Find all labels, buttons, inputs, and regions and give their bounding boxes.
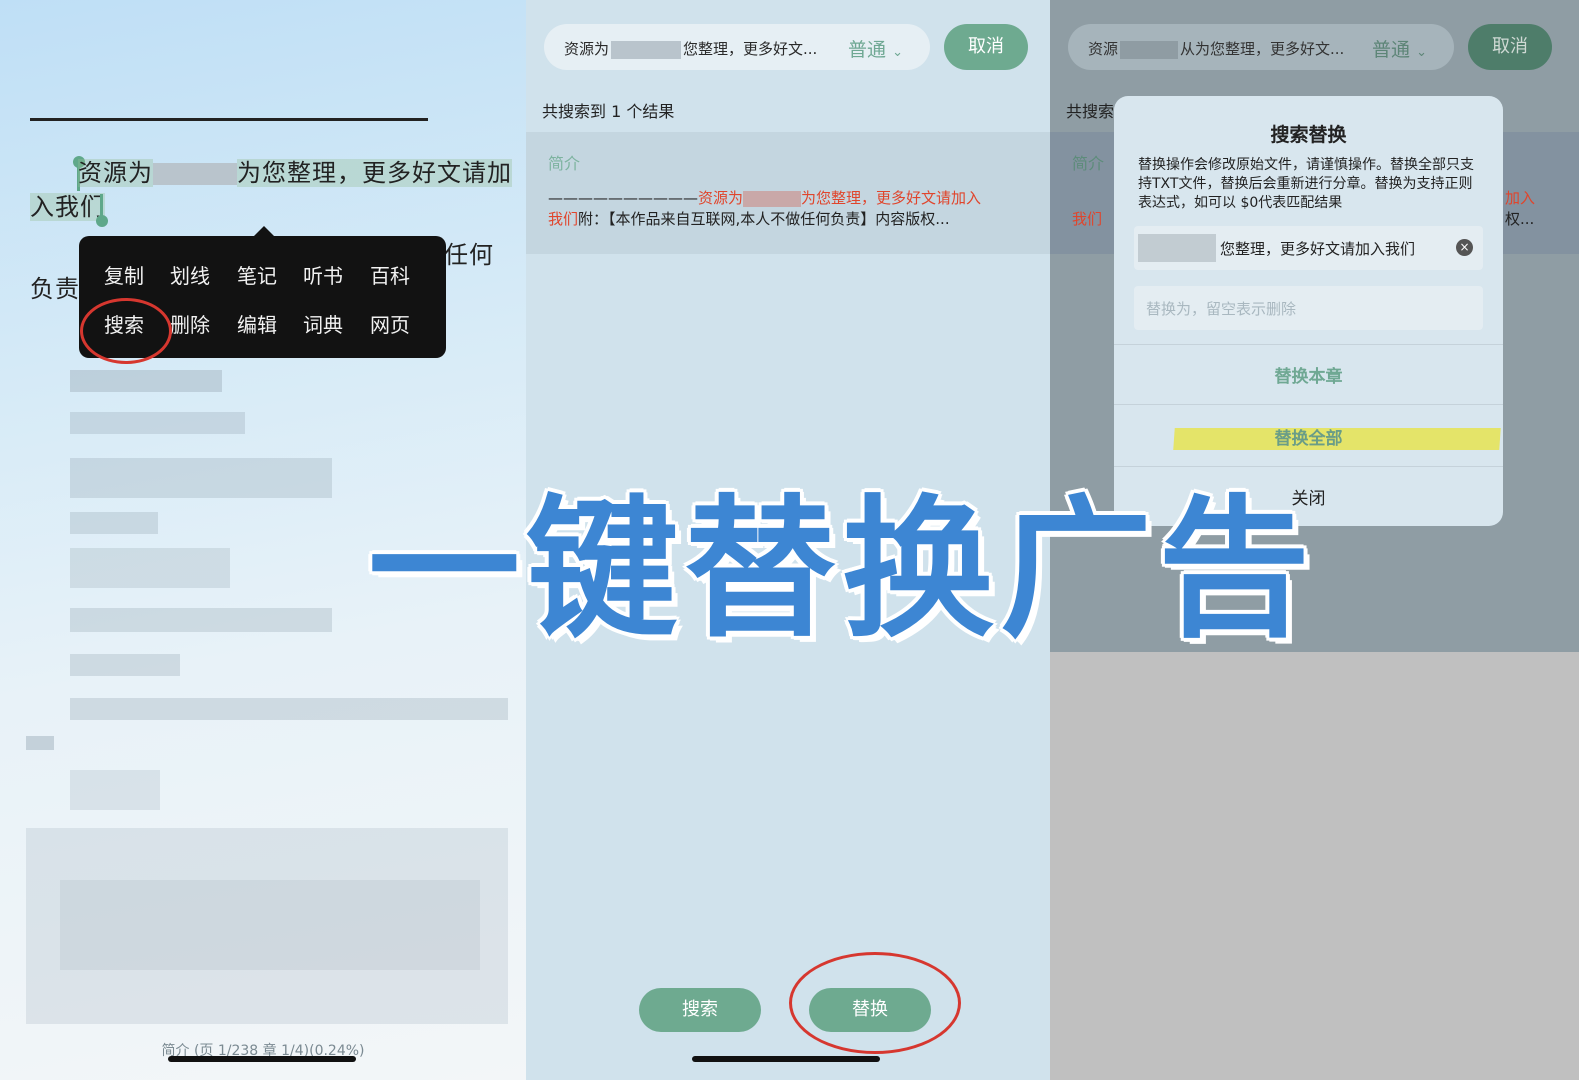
search-button[interactable]: 搜索 — [639, 988, 761, 1032]
menu-edit[interactable]: 编辑 — [237, 309, 277, 338]
menu-dictionary[interactable]: 词典 — [303, 309, 343, 338]
result-chapter: 简介 — [548, 154, 581, 173]
chevron-down-icon: ⌄ — [1416, 45, 1427, 60]
menu-note[interactable]: 笔记 — [237, 260, 277, 289]
menu-copy[interactable]: 复制 — [104, 260, 144, 289]
menu-wiki[interactable]: 百科 — [370, 260, 410, 289]
selection-end-handle[interactable] — [96, 215, 108, 227]
result-count-dimmed: 共搜索 — [1066, 102, 1115, 121]
result-count: 共搜索到 1 个结果 — [542, 102, 675, 121]
divider — [1114, 344, 1503, 345]
replace-placeholder: 替换为，留空表示删除 — [1146, 300, 1297, 318]
chevron-down-icon: ⌄ — [892, 45, 903, 60]
search-query: 资源为 您整理，更多好文... — [564, 40, 818, 59]
blurred-text — [153, 163, 237, 185]
find-value: 您整理，更多好文请加入我们 — [1220, 240, 1416, 258]
selected-text-b: 为您整理，更多好文请加 — [237, 159, 512, 187]
result-line-dimmed: 我们 — [1072, 210, 1103, 228]
dialog-description: 替换操作会修改原始文件，请谨慎操作。替换全部只支持TXT文件，替换后会重新进行分… — [1138, 157, 1474, 211]
find-field[interactable]: 您整理，更多好文请加入我们 × — [1134, 226, 1483, 270]
clear-icon[interactable]: × — [1456, 239, 1473, 256]
result-line-2: 我们附：【本作品来自互联网,本人不做任何负责】内容版权... — [548, 210, 950, 228]
headline-overlay: 一键替换广告 — [368, 481, 1316, 658]
search-input[interactable]: 资源为 您整理，更多好文... 普通 ⌄ — [544, 24, 930, 70]
selected-text-a: 资源为 — [78, 159, 153, 187]
menu-listen[interactable]: 听书 — [303, 260, 343, 289]
result-chapter-dimmed: 简介 — [1072, 154, 1105, 173]
reader-line-2: 入我们 — [30, 190, 105, 224]
menu-delete[interactable]: 删除 — [170, 309, 210, 338]
reader-line-4: 负责 — [30, 275, 80, 303]
annotation-circle-replace — [789, 952, 961, 1054]
cancel-button[interactable]: 取消 — [944, 24, 1028, 70]
menu-underline[interactable]: 划线 — [170, 260, 210, 289]
cancel-button-dimmed: 取消 — [1468, 24, 1552, 70]
chapter-divider — [30, 118, 428, 121]
annotation-circle-search — [80, 298, 172, 364]
dialog-title: 搜索替换 — [1270, 124, 1347, 146]
replace-field[interactable]: 替换为，留空表示删除 — [1134, 286, 1483, 330]
reader-line-1: 资源为 为您整理，更多好文请加 — [30, 156, 512, 190]
result-line-1: ——————————资源为 为您整理，更多好文请加入 — [548, 189, 982, 207]
menu-web[interactable]: 网页 — [370, 309, 410, 338]
selected-text-c: 入我们 — [30, 193, 105, 221]
replace-chapter-button[interactable]: 替换本章 — [1114, 362, 1503, 387]
reader-line-3: 任何 — [444, 241, 494, 269]
home-indicator — [692, 1056, 880, 1062]
home-indicator — [168, 1056, 356, 1062]
result-right-1: 加入 — [1505, 189, 1536, 207]
result-right-2: 权... — [1505, 210, 1535, 228]
divider — [1114, 404, 1503, 405]
search-mode-select[interactable]: 普通 ⌄ — [848, 35, 903, 62]
search-input-dimmed: 资源 从为您整理，更多好文... 普通 ⌄ — [1068, 24, 1454, 70]
